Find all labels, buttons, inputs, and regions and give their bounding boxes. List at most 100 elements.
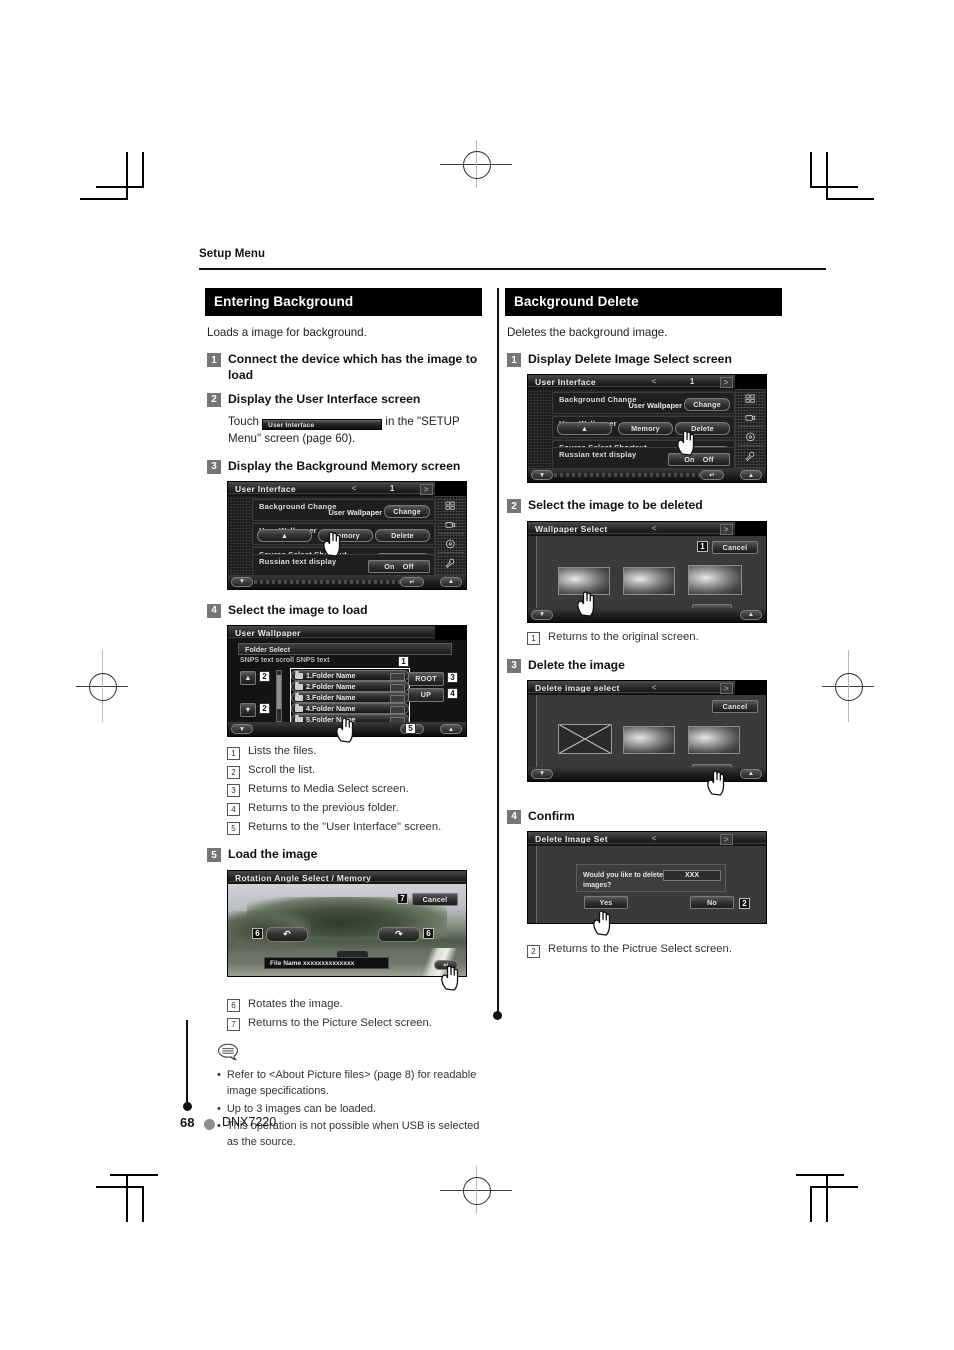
yes-button[interactable]: Yes <box>584 895 628 910</box>
scrollbar-track[interactable] <box>276 670 282 723</box>
setup-wrench-icon[interactable] <box>738 448 764 465</box>
next-page-icon[interactable]: > <box>719 523 733 535</box>
footer-dot <box>204 1119 215 1130</box>
step-number: 1 <box>507 353 521 367</box>
menu-grid-icon[interactable] <box>737 391 764 409</box>
scroll-down-button[interactable]: ▼ <box>240 703 256 717</box>
user-interface-delete-screen-figure: User Interface < 1 > Background Change U… <box>527 374 767 484</box>
callout-1: 1 <box>697 540 708 552</box>
volume-up-button[interactable]: ▲ <box>440 576 462 587</box>
prev-page-icon[interactable]: < <box>652 834 657 843</box>
step-title: Load the image <box>228 847 318 862</box>
deleted-thumbnail-slot[interactable] <box>558 723 612 754</box>
memory-button[interactable]: Memory <box>618 422 673 436</box>
list-item[interactable]: 4.Folder Name <box>291 703 409 715</box>
disc-icon[interactable] <box>437 535 464 553</box>
step-number: 3 <box>207 459 221 474</box>
wallpaper-thumbnail[interactable] <box>623 725 675 754</box>
volume-down-button[interactable]: ▼ <box>531 470 553 481</box>
delete-button[interactable]: Delete <box>375 528 430 542</box>
list-item[interactable]: 3.Folder Name <box>291 692 409 704</box>
list-item[interactable]: 2.Folder Name <box>291 681 409 693</box>
delete-button[interactable]: Delete <box>675 422 730 436</box>
rotation-angle-screen-figure: Rotation Angle Select / Memory Cancel 7 … <box>227 869 467 991</box>
page-indicator: 1 <box>389 483 395 493</box>
wallpaper-thumbnail[interactable] <box>688 564 742 595</box>
step-number: 2 <box>207 392 221 407</box>
toggle-on-label: On <box>684 455 695 465</box>
folder-icon <box>295 682 303 691</box>
volume-down-button[interactable]: ▼ <box>531 768 553 779</box>
delete-image-select-screen-figure: Delete image select < > Cancel Enter <box>527 679 767 796</box>
crop-mark-top-right-h2 <box>826 198 874 200</box>
volume-down-button[interactable]: ▼ <box>531 609 553 620</box>
next-page-icon[interactable]: > <box>419 483 433 495</box>
reference-number: 2 <box>527 944 540 958</box>
registration-mark-bottom <box>440 1166 512 1214</box>
cancel-button-label: Cancel <box>722 701 748 711</box>
confirm-message-line1: Would you like to delete <box>583 872 663 880</box>
reference-row: 6 Rotates the image. <box>227 997 482 1013</box>
cancel-button[interactable]: Cancel <box>712 699 758 714</box>
russian-on-off-toggle[interactable]: On Off <box>368 559 430 573</box>
up-folder-button[interactable]: UP <box>408 688 444 702</box>
av-source-icon[interactable] <box>737 410 764 428</box>
step-number: 5 <box>207 848 221 863</box>
left-lead-text: Loads a image for background. <box>207 326 367 339</box>
cancel-button[interactable]: Cancel <box>412 892 458 906</box>
volume-up-button[interactable]: ▲ <box>740 470 762 481</box>
next-page-icon[interactable]: > <box>719 377 733 389</box>
eject-button[interactable]: ▲ <box>557 422 612 436</box>
page-number: 68 <box>180 1115 195 1130</box>
scroll-up-button[interactable]: ▲ <box>240 671 256 685</box>
return-button[interactable]: ↵ <box>434 959 458 970</box>
change-button[interactable]: Change <box>384 504 430 518</box>
setup-wrench-icon[interactable] <box>438 554 464 571</box>
confirm-message-line2: images? <box>583 882 612 890</box>
prev-page-icon[interactable]: < <box>352 484 357 493</box>
list-item[interactable]: 1.Folder Name <box>291 670 409 682</box>
step-1-connect-device: 1 Connect the device which has the image… <box>207 351 482 384</box>
screen-bottom-bar: ▼ ▲ <box>528 607 766 622</box>
registration-mark-right <box>822 650 874 722</box>
rotate-right-button[interactable]: ↷ <box>378 926 420 942</box>
prev-page-icon[interactable]: < <box>652 377 657 386</box>
menu-grid-icon[interactable] <box>437 498 464 515</box>
user-wallpaper-folder-screen-figure: User Wallpaper Folder Select SNPS text s… <box>227 625 467 743</box>
volume-up-button[interactable]: ▲ <box>740 768 762 779</box>
user-interface-inline-button[interactable]: User Interface <box>262 419 383 431</box>
step-number: 4 <box>207 603 221 618</box>
folder-list-container: 1.Folder Name 2.Folder Name 3.Folder Nam… <box>290 668 410 726</box>
memory-button[interactable]: Memory <box>318 528 373 542</box>
scrollbar-thumb[interactable] <box>277 675 281 710</box>
right-lead-text: Deletes the background image. <box>507 326 668 339</box>
return-button[interactable]: ↵ <box>400 576 424 587</box>
eject-button[interactable]: ▲ <box>257 528 312 542</box>
russian-on-off-toggle[interactable]: On Off <box>668 453 730 467</box>
root-button[interactable]: ROOT <box>408 672 444 686</box>
reference-text: Returns to Media Select screen. <box>248 782 409 795</box>
folder-icon <box>295 693 303 702</box>
wallpaper-thumbnail[interactable] <box>558 566 610 595</box>
return-button[interactable]: ↵ <box>700 470 724 481</box>
prev-page-icon[interactable]: < <box>652 683 657 692</box>
volume-down-button[interactable]: ▼ <box>231 576 253 587</box>
callout-4: 4 <box>447 688 458 700</box>
volume-up-button[interactable]: ▲ <box>740 609 762 620</box>
next-page-icon[interactable]: > <box>719 682 733 694</box>
wallpaper-thumbnail[interactable] <box>623 566 675 595</box>
crop-mark-top-left-v <box>142 152 144 188</box>
reference-row: 2 Returns to the Pictrue Select screen. <box>527 942 782 958</box>
disc-icon[interactable] <box>737 429 764 447</box>
prev-page-icon[interactable]: < <box>652 524 657 533</box>
rotate-left-button[interactable]: ↶ <box>266 926 308 942</box>
change-button[interactable]: Change <box>684 398 730 412</box>
av-source-icon[interactable] <box>437 517 464 534</box>
wallpaper-thumbnail[interactable] <box>688 725 740 754</box>
volume-up-button[interactable]: ▲ <box>440 724 462 735</box>
volume-down-button[interactable]: ▼ <box>231 724 253 735</box>
callout-7: 7 <box>397 892 408 904</box>
next-page-icon[interactable]: > <box>719 834 733 846</box>
cancel-button[interactable]: Cancel <box>712 540 758 554</box>
no-button[interactable]: No <box>690 895 734 910</box>
